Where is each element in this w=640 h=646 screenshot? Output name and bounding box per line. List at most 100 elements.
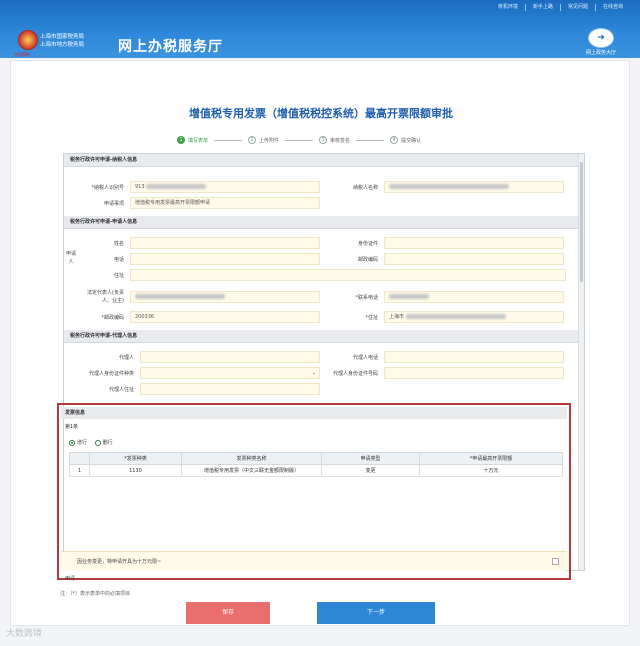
cell-type-name: 增值税专用发票（中文三联无金额限制版） bbox=[181, 464, 322, 477]
reason-label: 申请 bbox=[65, 576, 76, 582]
cell-index: 1 bbox=[69, 464, 90, 477]
taxpayer-name-row: 纳税人名称 bbox=[322, 180, 564, 194]
legal-rep-field[interactable] bbox=[130, 291, 320, 303]
address2-field[interactable]: 上海市 bbox=[384, 311, 564, 323]
step-progress: 1 填写表单 2 上传附件 3 审核签名 4 提交确认 bbox=[177, 136, 421, 144]
cell-limit[interactable]: 十万元 bbox=[419, 464, 563, 477]
add-row-label: 增行 bbox=[77, 440, 88, 446]
radio-icon bbox=[94, 439, 101, 446]
step-connector bbox=[285, 139, 314, 141]
required-note: 注：（*）表示表单中的必填项目 bbox=[60, 591, 131, 597]
agent-phone-label: 代理人电话 bbox=[352, 354, 378, 361]
applicant-address-field[interactable] bbox=[130, 269, 566, 281]
applicant-id-label: 身份证件 bbox=[357, 240, 378, 247]
link-faq[interactable]: 常见问题 bbox=[559, 4, 595, 11]
section-invoice-header: 发票信息 bbox=[61, 407, 567, 419]
invoice-group-label: 第1条 bbox=[65, 424, 79, 430]
contact-phone-label: *联系电话 bbox=[355, 294, 378, 301]
applicant-phone-field[interactable] bbox=[130, 253, 320, 265]
site-title: 网上办税服务厅 bbox=[118, 39, 223, 55]
step-number: 1 bbox=[177, 136, 185, 144]
applicant-postcode-field[interactable] bbox=[384, 253, 564, 265]
step-label: 提交确认 bbox=[401, 137, 422, 144]
legal-rep-label-line2: 人、业主) bbox=[102, 298, 124, 304]
content-panel: 增值税专用发票（增值税税控系统）最高开票限额审批 1 填写表单 2 上传附件 3… bbox=[10, 60, 630, 626]
agent-id-number-field[interactable] bbox=[384, 367, 564, 379]
tax-id-label: *纳税人识别号 bbox=[91, 184, 124, 191]
agent-address-field[interactable] bbox=[140, 383, 320, 395]
applicant-name-field[interactable] bbox=[130, 237, 320, 249]
cell-type-code[interactable]: 1130 bbox=[89, 464, 182, 477]
tax-id-field[interactable]: 913 bbox=[130, 181, 320, 193]
mail-code-label: *邮政编码 bbox=[101, 314, 124, 321]
step-label: 上传附件 bbox=[259, 137, 280, 144]
col-header-index bbox=[69, 452, 90, 465]
agent-id-type-row: 代理人身份证件种类 ⌄ bbox=[70, 366, 320, 380]
invoice-table: *发票种类 发票种类名称 申请类型 *申请最高开票限额 1 1130 增值税专用… bbox=[69, 452, 563, 477]
scrollbar-thumb[interactable] bbox=[580, 162, 583, 282]
next-step-button[interactable]: 下一步 bbox=[317, 602, 435, 624]
col-header-limit: *申请最高开票限额 bbox=[419, 452, 563, 465]
agent-address-row: 代理人住址 bbox=[70, 382, 320, 396]
agent-id-type-label: 代理人身份证件种类 bbox=[88, 370, 134, 377]
step-label: 填写表单 bbox=[188, 137, 209, 144]
step-connector bbox=[214, 139, 243, 141]
contact-phone-row: *联系电话 bbox=[322, 290, 564, 304]
agent-id-number-label: 代理人身份证件号码 bbox=[332, 370, 378, 377]
legal-rep-label: 法定代表人(负责 人、业主) bbox=[78, 289, 130, 305]
agent-phone-field[interactable] bbox=[384, 351, 564, 363]
applicant-side-label: 申请人 bbox=[66, 251, 77, 265]
gov-hall-label: 网上政务大厅 bbox=[585, 50, 616, 56]
step-connector bbox=[356, 139, 385, 141]
mail-code-field[interactable]: 200336 bbox=[130, 311, 320, 323]
tax-id-value: 913 bbox=[135, 184, 145, 190]
step-number: 2 bbox=[248, 136, 257, 144]
applicant-id-field[interactable] bbox=[384, 237, 564, 249]
matter-label: 申请事项 bbox=[103, 200, 124, 207]
section-applicant-header: 税务行政许可申请-申请人信息 bbox=[64, 216, 578, 229]
row-actions: 增行 删行 bbox=[69, 439, 119, 448]
cell-apply-type[interactable]: 变更 bbox=[321, 464, 420, 477]
agent-id-type-select[interactable]: ⌄ bbox=[140, 367, 320, 379]
invoice-section: 发票信息 第1条 增行 删行 *发票种类 发票种类名称 申请类型 *申请最高开票… bbox=[57, 403, 571, 582]
applicant-name-row: 姓名 bbox=[78, 236, 320, 250]
table-row[interactable]: 1 1130 增值税专用发票（中文三联无金额限制版） 变更 十万元 bbox=[69, 464, 563, 477]
matter-field[interactable]: 增值税专用发票最高开票限额申请 bbox=[130, 197, 320, 209]
reason-field[interactable]: 因业务变更，特申请开具为十万元限~ bbox=[61, 551, 567, 571]
legal-rep-label-line1: 法定代表人(负责 bbox=[87, 290, 124, 296]
step-upload: 2 上传附件 bbox=[248, 136, 279, 144]
link-online-consult[interactable]: 在线咨询 bbox=[594, 4, 630, 11]
tax-id-row: *纳税人识别号 913 bbox=[70, 180, 320, 194]
step-confirm: 4 提交确认 bbox=[390, 136, 421, 144]
section-taxpayer-header: 税务行政许可申请-纳税人信息 bbox=[64, 154, 578, 167]
link-environment-check[interactable]: 校机环境 bbox=[491, 4, 525, 11]
add-row-button[interactable]: 增行 bbox=[69, 439, 87, 446]
link-beginner-guide[interactable]: 新手上路 bbox=[524, 4, 560, 11]
tax-emblem-icon bbox=[18, 30, 38, 50]
taxpayer-name-field[interactable] bbox=[384, 181, 564, 193]
agent-id-number-row: 代理人身份证件号码 bbox=[322, 366, 564, 380]
reason-checkbox[interactable] bbox=[552, 558, 559, 565]
section-agent-header: 税务行政许可申请-代理人信息 bbox=[64, 330, 578, 343]
delete-row-label: 删行 bbox=[102, 440, 113, 446]
applicant-postcode-row: 邮政编码 bbox=[322, 252, 564, 266]
address2-value: 上海市 bbox=[389, 314, 405, 320]
form-scrollbar[interactable] bbox=[578, 154, 584, 570]
step-number: 3 bbox=[319, 136, 328, 144]
col-header-type-name: 发票种类名称 bbox=[181, 452, 322, 465]
table-header-row: *发票种类 发票种类名称 申请类型 *申请最高开票限额 bbox=[69, 452, 563, 465]
agent-name-field[interactable] bbox=[140, 351, 320, 363]
org-name-national: 上海市国家税务局 bbox=[40, 34, 85, 40]
redacted-text bbox=[389, 294, 429, 299]
step-review-sign: 3 审核签名 bbox=[319, 136, 350, 144]
delete-row-button[interactable]: 删行 bbox=[94, 439, 113, 446]
save-button[interactable]: 保存 bbox=[186, 602, 270, 624]
applicant-phone-label: 电话 bbox=[113, 256, 124, 263]
org-name-local: 上海市地方税务局 bbox=[40, 42, 85, 48]
gov-hall-button[interactable]: ➜ 网上政务大厅 bbox=[580, 28, 622, 56]
applicant-address-row: 住址 bbox=[78, 268, 566, 282]
address2-label: *住址 bbox=[365, 314, 378, 321]
contact-phone-field[interactable] bbox=[384, 291, 564, 303]
radio-icon bbox=[69, 439, 75, 446]
step-number: 4 bbox=[390, 136, 399, 144]
